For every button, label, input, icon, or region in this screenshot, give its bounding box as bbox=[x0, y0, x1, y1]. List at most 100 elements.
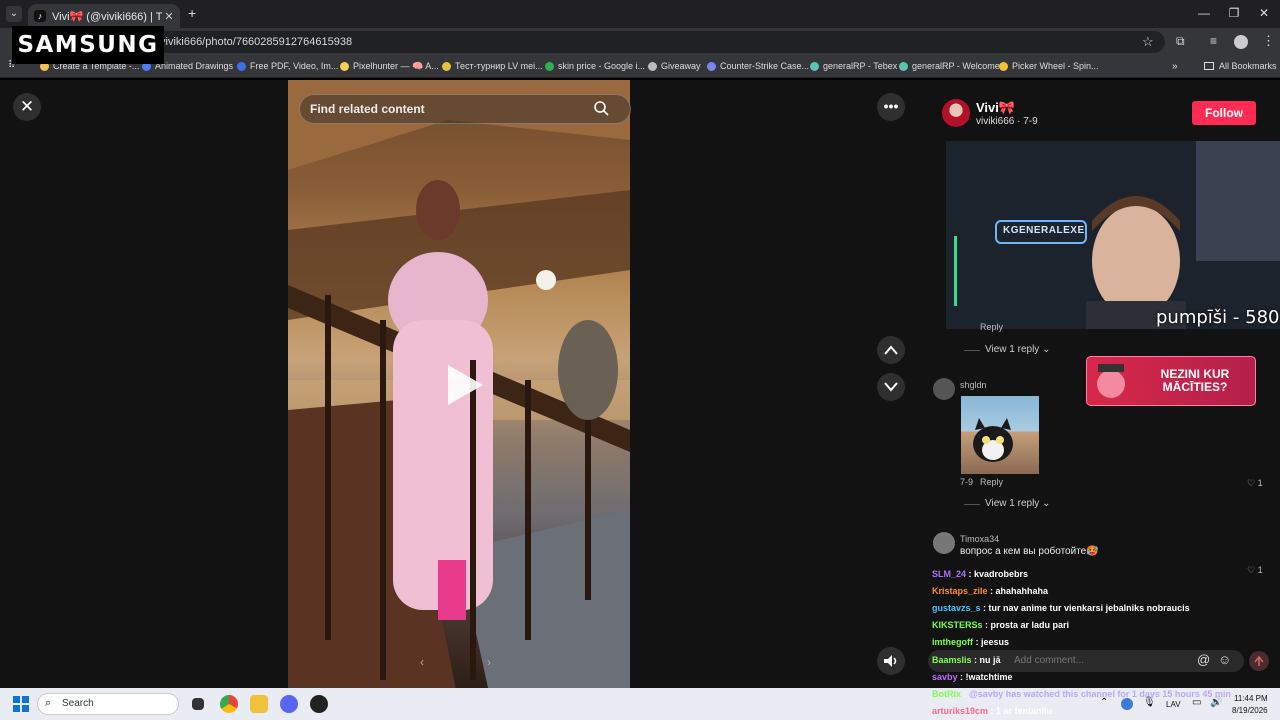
more-bookmarks-icon[interactable]: » bbox=[1172, 61, 1178, 72]
bookmark-item[interactable]: Free PDF, Video, Im... bbox=[237, 61, 338, 71]
heart-icon: ♡ bbox=[1247, 565, 1256, 575]
find-related-search[interactable]: Find related content bbox=[299, 94, 631, 124]
chat-text: kvadrobebrs bbox=[974, 569, 1029, 579]
chat-user: savby bbox=[932, 672, 958, 682]
reply-link[interactable]: Reply bbox=[980, 477, 1003, 487]
chevron-down-icon: ⌄ bbox=[1042, 498, 1051, 509]
view-replies-link[interactable]: View 1 reply ⌄ bbox=[985, 498, 1050, 509]
volume-button[interactable] bbox=[877, 647, 905, 675]
chat-message: Baamslis : nu jā bbox=[932, 655, 1001, 665]
window-close-icon[interactable]: ✕ bbox=[1254, 6, 1274, 20]
tab-search-button[interactable]: ⌄ bbox=[6, 6, 22, 22]
reply-link[interactable]: Reply bbox=[980, 322, 1003, 332]
speaker-icon bbox=[884, 655, 897, 667]
photo-viewer: Find related content ‹ › bbox=[0, 80, 918, 688]
streamer-webcam-overlay: KGENERALEXE bbox=[946, 141, 1280, 329]
restore-icon[interactable]: ❐ bbox=[1224, 6, 1244, 20]
tray-app-icon[interactable] bbox=[1121, 698, 1133, 710]
arrow-up-icon bbox=[1254, 655, 1264, 666]
folder-icon bbox=[1204, 62, 1214, 70]
chevron-down-icon bbox=[884, 382, 898, 392]
chevron-up-icon bbox=[884, 345, 898, 355]
bookmark-item[interactable]: Counter-Strike Case... bbox=[707, 61, 809, 71]
search-icon[interactable] bbox=[593, 100, 609, 116]
commenter-name[interactable]: Timoxa34 bbox=[960, 534, 999, 544]
input-language[interactable]: LAV bbox=[1166, 700, 1181, 709]
samsung-logo-overlay: SAMSUNG bbox=[12, 26, 164, 64]
chat-user: Kristaps_zile bbox=[932, 586, 988, 596]
bookmark-favicon-icon bbox=[810, 61, 819, 71]
staircase-photo-illustration bbox=[288, 80, 630, 688]
minimize-icon[interactable]: — bbox=[1194, 6, 1214, 20]
more-options-button[interactable]: ••• bbox=[877, 93, 905, 121]
mention-icon[interactable]: @ bbox=[1197, 652, 1210, 667]
chat-message: KIKSTERSs : prosta ar ladu pari bbox=[932, 620, 1070, 630]
taskbar-date[interactable]: 8/19/2026 bbox=[1232, 706, 1268, 715]
author-handle-date: viviki666 · 7-9 bbox=[976, 116, 1038, 127]
bookmark-favicon-icon bbox=[648, 61, 657, 71]
follow-button[interactable]: Follow bbox=[1192, 101, 1256, 125]
like-count[interactable]: ♡ 1 bbox=[1247, 565, 1263, 576]
new-tab-button[interactable]: + bbox=[188, 5, 196, 21]
chat-text: ahahahhaha bbox=[995, 586, 1049, 596]
bookmark-item[interactable]: Pixelhunter — 🧠 A... bbox=[340, 61, 439, 72]
commenter-avatar[interactable] bbox=[933, 378, 955, 400]
comment-placeholder: Add comment... bbox=[1014, 655, 1085, 666]
tab-close-icon[interactable]: ✕ bbox=[162, 10, 176, 23]
tiktok-favicon-icon: ♪ bbox=[34, 10, 46, 22]
taskbar-time[interactable]: 11:44 PM bbox=[1234, 694, 1268, 703]
extensions-icon[interactable]: ⧉ bbox=[1176, 34, 1185, 49]
view-replies-link[interactable]: View 1 reply ⌄ bbox=[985, 344, 1050, 355]
all-bookmarks-folder[interactable]: All Bookmarks bbox=[1204, 61, 1277, 71]
tab-tiktok[interactable]: ♪ Vivi🎀 (@viviki666) | TikTok ✕ bbox=[28, 4, 180, 28]
carousel-prev-icon[interactable]: ‹ bbox=[420, 655, 424, 669]
bookmarks-bar: ⠿ Create a Template -... Animated Drawin… bbox=[0, 56, 1280, 78]
comment-text: вопрос а кем вы роботойте🥵 bbox=[960, 546, 1099, 557]
like-count[interactable]: ♡ 1 bbox=[1247, 478, 1263, 489]
bookmark-item[interactable]: Тест-турнир LV mei... bbox=[442, 61, 543, 71]
author-avatar[interactable] bbox=[942, 99, 970, 127]
commenter-avatar[interactable] bbox=[933, 532, 955, 554]
windows-start-icon[interactable] bbox=[13, 696, 29, 712]
emoji-icon[interactable]: ☺ bbox=[1218, 652, 1231, 667]
star-bookmark-icon[interactable]: ☆ bbox=[1142, 34, 1154, 50]
url-field[interactable]: viviki666/photo/7660285912764615938 bbox=[130, 31, 1165, 53]
file-explorer-icon[interactable] bbox=[250, 695, 268, 713]
send-comment-button[interactable] bbox=[1249, 651, 1269, 671]
comment-cat-image[interactable] bbox=[961, 396, 1039, 474]
taskbar-search[interactable]: Search bbox=[37, 693, 179, 715]
bookmark-item[interactable]: generalRP - Welcome bbox=[899, 61, 1000, 71]
mascot-graphic bbox=[1097, 364, 1125, 398]
chat-text: nu jā bbox=[979, 655, 1001, 665]
chat-user: arturiks19cm bbox=[932, 706, 989, 716]
close-viewer-button[interactable]: ✕ bbox=[13, 93, 41, 121]
media-controls-icon[interactable]: ≡ bbox=[1210, 34, 1217, 48]
chat-message: Kristaps_zile : ahahahhaha bbox=[932, 586, 1049, 596]
comment-date: 7-9 bbox=[960, 477, 974, 487]
search-icon: ⌕ bbox=[45, 697, 52, 709]
chat-text: 1 ar fentanilu bbox=[996, 706, 1053, 716]
browser-menu-icon[interactable]: ⋮ bbox=[1262, 33, 1275, 49]
discord-icon[interactable] bbox=[280, 695, 298, 713]
bookmark-item[interactable]: Picker Wheel - Spin... bbox=[999, 61, 1099, 71]
divider bbox=[964, 350, 980, 351]
bookmark-favicon-icon bbox=[899, 61, 908, 71]
bookmark-item[interactable]: generalRP - Tebex bbox=[810, 61, 897, 71]
chat-user: KIKSTERSs bbox=[932, 620, 983, 630]
profile-avatar[interactable] bbox=[1234, 35, 1248, 49]
bookmark-item[interactable]: Giveaway bbox=[648, 61, 701, 71]
next-post-button[interactable] bbox=[877, 373, 905, 401]
bookmark-favicon-icon bbox=[999, 61, 1008, 71]
task-view-icon[interactable] bbox=[192, 698, 204, 710]
chat-user: imthegoff bbox=[932, 637, 973, 647]
post-photo[interactable] bbox=[288, 80, 630, 688]
previous-post-button[interactable] bbox=[877, 336, 905, 364]
carousel-next-icon[interactable]: › bbox=[487, 655, 491, 669]
divider bbox=[964, 504, 980, 505]
commenter-name[interactable]: shgldn bbox=[960, 380, 987, 390]
chat-message: gustavzs_s : tur nav anime tur vienkarsi… bbox=[932, 603, 1190, 613]
author-name[interactable]: Vivi🎀 bbox=[976, 100, 1015, 116]
app-icon[interactable] bbox=[310, 695, 328, 713]
chrome-icon[interactable] bbox=[220, 695, 238, 713]
bookmark-item[interactable]: skin price - Google i... bbox=[545, 61, 645, 71]
